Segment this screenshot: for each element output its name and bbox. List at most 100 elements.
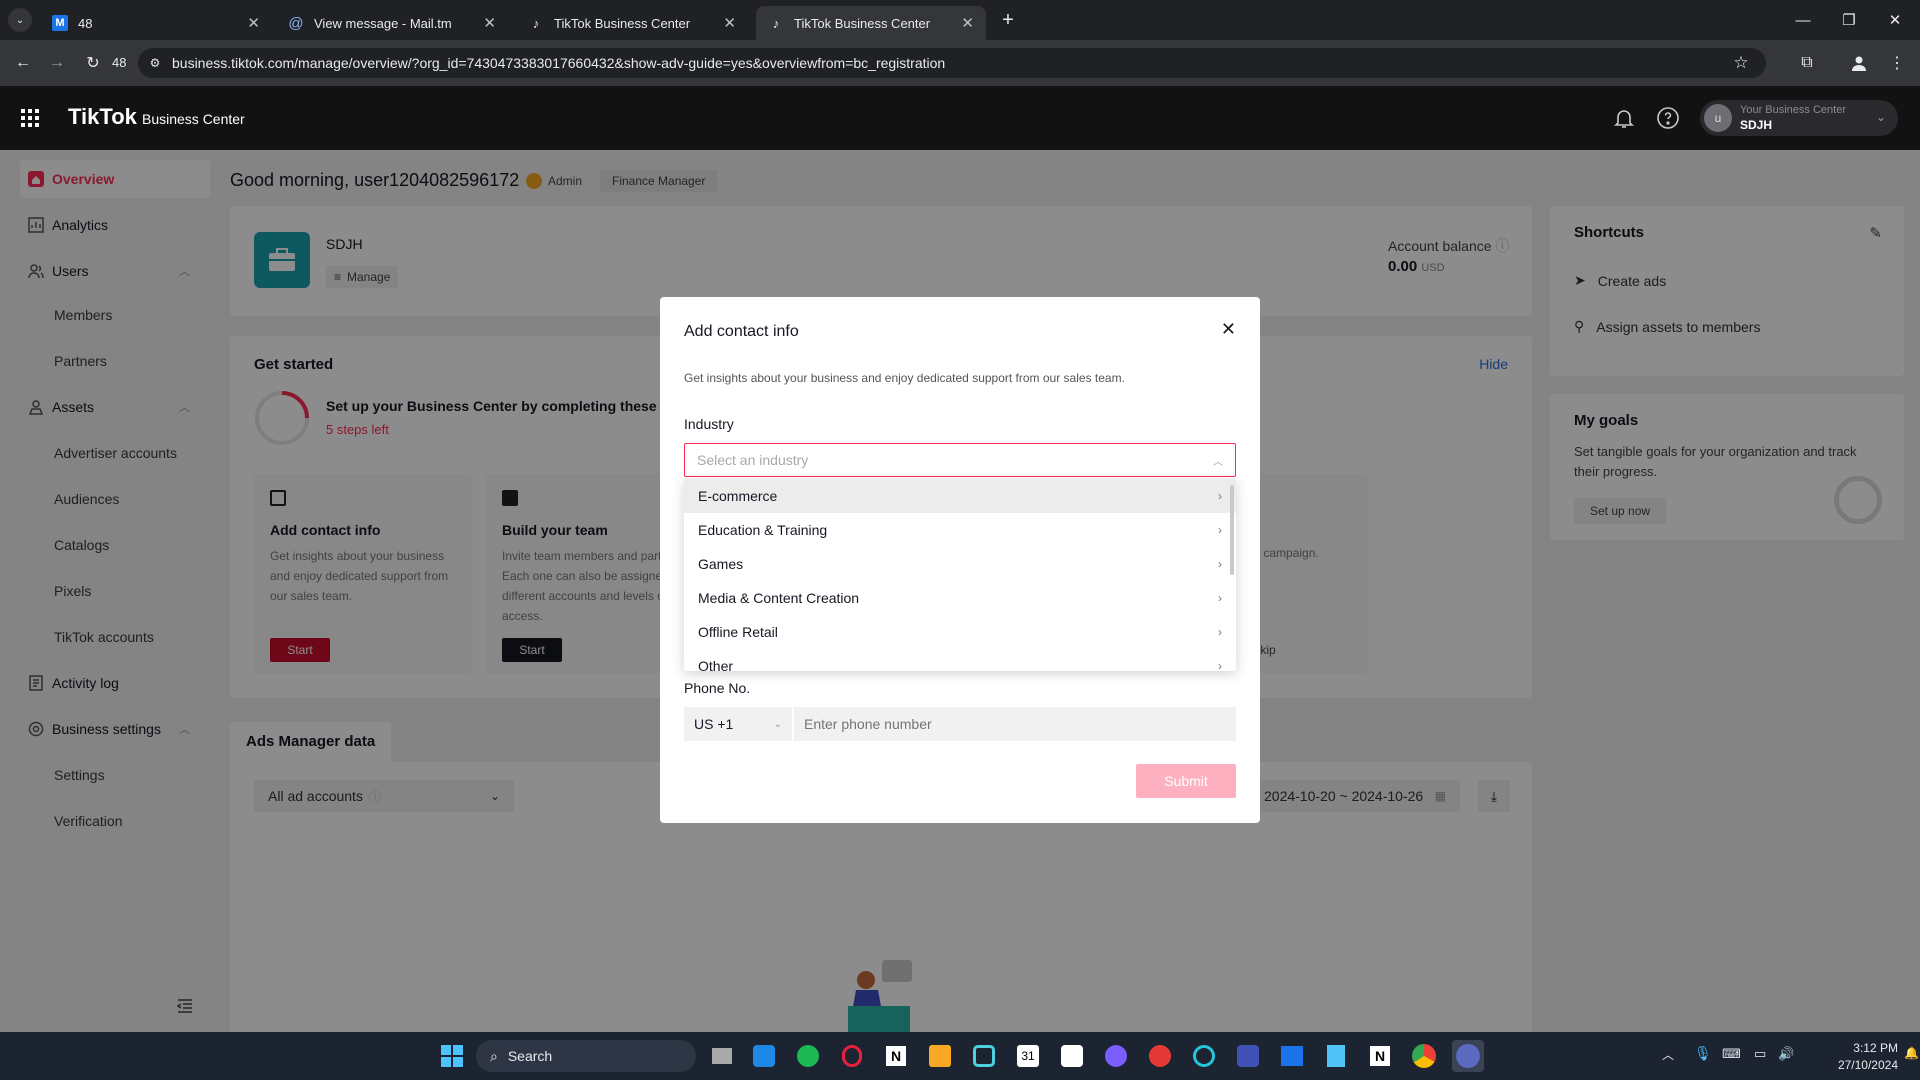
notepad-icon[interactable] bbox=[1320, 1040, 1352, 1072]
account-caption: Your Business Center bbox=[1740, 104, 1846, 116]
app-icon[interactable] bbox=[1232, 1040, 1264, 1072]
address-bar[interactable]: ⚙ business.tiktok.com/manage/overview/?o… bbox=[138, 48, 1766, 78]
app-icon[interactable] bbox=[748, 1040, 780, 1072]
browser-menu-icon[interactable]: ⋮ bbox=[1884, 50, 1910, 76]
phone-input[interactable] bbox=[794, 707, 1236, 741]
country-code-value: US +1 bbox=[694, 716, 734, 732]
industry-option-offline-retail[interactable]: Offline Retail › bbox=[684, 615, 1236, 649]
industry-select[interactable]: Select an industry ︿ bbox=[684, 443, 1236, 477]
tab-title: TikTok Business Center bbox=[554, 15, 691, 31]
app-icon[interactable] bbox=[968, 1040, 1000, 1072]
notion-icon[interactable]: N bbox=[1364, 1040, 1396, 1072]
browser-tab-1[interactable]: M 48 ✕ bbox=[40, 6, 272, 40]
capcut-icon[interactable] bbox=[1056, 1040, 1088, 1072]
browser-tab-2[interactable]: @ View message - Mail.tm ✕ bbox=[276, 6, 508, 40]
firefox-icon[interactable] bbox=[1100, 1040, 1132, 1072]
industry-dropdown-list: E-commerce › Education & Training › Games ›… bbox=[684, 479, 1236, 671]
industry-option-ecommerce[interactable]: E-commerce › bbox=[684, 479, 1236, 513]
option-label: E-commerce bbox=[698, 488, 778, 504]
network-icon[interactable]: ▭ bbox=[1754, 1046, 1766, 1062]
clock-date[interactable]: 27/10/2024 bbox=[1818, 1058, 1898, 1072]
new-tab-icon[interactable]: + bbox=[994, 6, 1022, 34]
dropdown-scrollbar[interactable] bbox=[1230, 485, 1234, 575]
close-tab-icon[interactable]: ✕ bbox=[483, 14, 496, 32]
mail-icon: M bbox=[52, 15, 68, 31]
back-icon[interactable]: ← bbox=[10, 50, 36, 76]
option-label: Offline Retail bbox=[698, 624, 778, 640]
forward-icon[interactable]: → bbox=[44, 50, 70, 76]
taskbar-search-label: Search bbox=[507, 1048, 553, 1064]
industry-option-education[interactable]: Education & Training › bbox=[684, 513, 1236, 547]
chevron-down-icon: ⌄ bbox=[1875, 110, 1886, 124]
submit-button[interactable]: Submit bbox=[1136, 764, 1236, 798]
modal-title: Add contact info bbox=[684, 323, 799, 340]
spotify-icon[interactable] bbox=[792, 1040, 824, 1072]
chevron-right-icon: › bbox=[1218, 625, 1222, 639]
tiktok-icon: ♪ bbox=[532, 15, 540, 31]
chrome-profile-icon[interactable] bbox=[1452, 1040, 1484, 1072]
microphone-icon[interactable]: 🎙 bbox=[1694, 1045, 1712, 1062]
windows-taskbar bbox=[0, 1032, 1920, 1080]
notification-icon[interactable]: 🔔 bbox=[1904, 1046, 1919, 1060]
tab-title: 48 bbox=[78, 15, 93, 31]
browser-tab-bar: ⌄ M 48 ✕ @ View message - Mail.tm ✕ ♪ Ti… bbox=[0, 0, 1920, 40]
tiktok-logo[interactable]: TikTok bbox=[68, 104, 137, 130]
volume-icon[interactable]: 🔊 bbox=[1778, 1046, 1794, 1062]
close-tab-icon[interactable]: ✕ bbox=[961, 14, 974, 32]
apps-grid-icon[interactable] bbox=[20, 108, 40, 128]
browser-tab-4-active[interactable]: ♪ TikTok Business Center ✕ bbox=[756, 6, 986, 40]
avatar: u bbox=[1704, 104, 1732, 132]
windows-start-icon[interactable] bbox=[436, 1040, 468, 1072]
chevron-down-icon: ⌄ bbox=[773, 718, 782, 730]
app-icon[interactable] bbox=[1188, 1040, 1220, 1072]
keyboard-icon[interactable]: ⌨ bbox=[1722, 1046, 1741, 1062]
search-icon: ⌕ bbox=[490, 1047, 498, 1064]
close-window-icon[interactable]: ✕ bbox=[1872, 0, 1918, 40]
chevron-right-icon: › bbox=[1218, 523, 1222, 537]
close-icon[interactable]: ✕ bbox=[1221, 319, 1236, 340]
industry-option-other[interactable]: Other › bbox=[684, 649, 1236, 671]
option-label: Games bbox=[698, 556, 744, 572]
tab-search-chevron-icon[interactable]: ⌄ bbox=[8, 8, 32, 32]
close-tab-icon[interactable]: ✕ bbox=[247, 14, 260, 32]
add-contact-modal: Add contact info ✕ Get insights about yo… bbox=[660, 297, 1260, 823]
clock-time[interactable]: 3:12 PM bbox=[1818, 1041, 1898, 1055]
minimize-icon[interactable]: — bbox=[1780, 0, 1826, 40]
restore-icon[interactable]: ❐ bbox=[1826, 0, 1872, 40]
notion-icon[interactable]: N bbox=[880, 1040, 912, 1072]
account-name: SDJH bbox=[1740, 118, 1773, 132]
taskbar-search[interactable]: ⌕ Search bbox=[476, 1040, 696, 1072]
industry-option-games[interactable]: Games › bbox=[684, 547, 1236, 581]
app-icon[interactable] bbox=[1144, 1040, 1176, 1072]
file-explorer-icon[interactable] bbox=[706, 1040, 738, 1072]
site-info-icon[interactable]: ⚙ bbox=[146, 54, 164, 72]
opera-icon[interactable] bbox=[836, 1040, 868, 1072]
extensions-icon[interactable]: ⧉ bbox=[1794, 50, 1820, 76]
chevron-up-icon: ︿ bbox=[1213, 456, 1223, 468]
tab-title: View message - Mail.tm bbox=[314, 15, 452, 31]
option-label: Education & Training bbox=[698, 522, 828, 538]
industry-option-media[interactable]: Media & Content Creation › bbox=[684, 581, 1236, 615]
browser-tab-3[interactable]: ♪ TikTok Business Center ✕ bbox=[516, 6, 748, 40]
reload-badge: 48 bbox=[112, 55, 127, 70]
product-name: Business Center bbox=[142, 111, 245, 127]
country-code-select[interactable]: US +1 ⌄ bbox=[684, 707, 792, 741]
close-tab-icon[interactable]: ✕ bbox=[723, 14, 736, 32]
tab-title: TikTok Business Center bbox=[794, 15, 931, 31]
chevron-right-icon: › bbox=[1218, 591, 1222, 605]
mail-icon[interactable] bbox=[1276, 1040, 1308, 1072]
tray-chevron-icon[interactable]: ︿ bbox=[1662, 1046, 1674, 1063]
reload-icon[interactable]: ↻ bbox=[80, 50, 106, 76]
calendar-icon[interactable]: 31 bbox=[1012, 1040, 1044, 1072]
bookmark-star-icon[interactable]: ☆ bbox=[1730, 52, 1752, 74]
profile-icon[interactable] bbox=[1846, 50, 1872, 76]
account-switcher[interactable]: u Your Business Center SDJH ⌄ bbox=[1700, 100, 1898, 136]
phone-label: Phone No. bbox=[684, 680, 751, 696]
help-icon[interactable] bbox=[1656, 106, 1680, 130]
industry-label: Industry bbox=[684, 416, 734, 432]
bell-icon[interactable] bbox=[1612, 106, 1636, 130]
app-icon[interactable] bbox=[924, 1040, 956, 1072]
option-label: Media & Content Creation bbox=[698, 590, 860, 606]
chrome-icon[interactable] bbox=[1408, 1040, 1440, 1072]
chevron-right-icon: › bbox=[1218, 489, 1222, 503]
